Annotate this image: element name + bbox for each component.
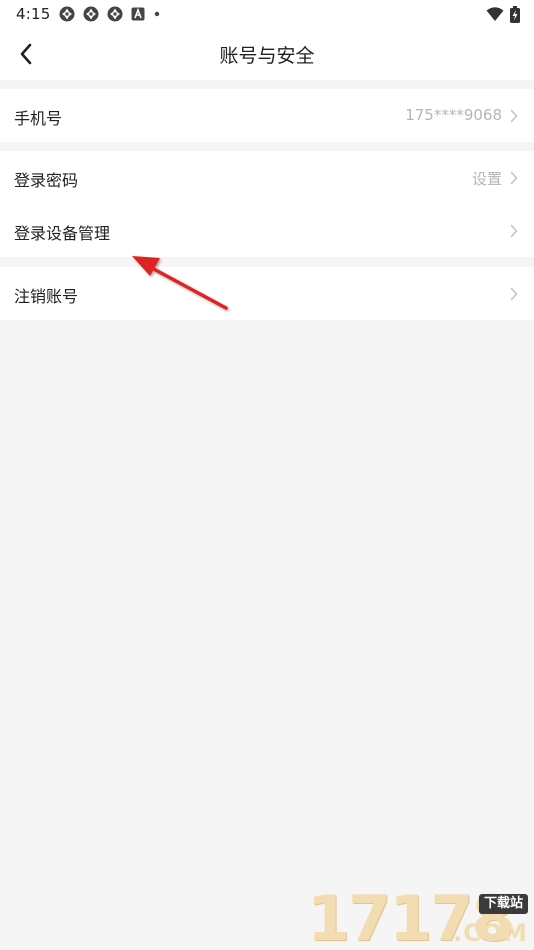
- row-login-password[interactable]: 登录密码 设置: [0, 151, 534, 204]
- status-bar: 4:15: [0, 0, 534, 28]
- annotation-arrow: [132, 256, 228, 310]
- settings-group-phone: 手机号 175****9068: [0, 89, 534, 142]
- screen: 4:15 账号与安全 手机号 175****9068 登录密码 设置 登录设备管…: [0, 0, 534, 950]
- sync-icon: [107, 6, 123, 22]
- status-time: 4:15: [16, 5, 51, 23]
- page-title: 账号与安全: [219, 45, 315, 67]
- settings-group-account: 注销账号: [0, 267, 534, 320]
- watermark-suffix: .COM: [452, 919, 528, 947]
- sync-icon: [59, 6, 75, 22]
- sync-icon: [83, 6, 99, 22]
- top-app-bar: 账号与安全: [0, 28, 534, 80]
- system-icons: [486, 5, 520, 23]
- row-login-device-management[interactable]: 登录设备管理: [0, 204, 534, 257]
- chevron-right-icon: [510, 224, 518, 238]
- dot-icon: [153, 10, 161, 18]
- row-value: 设置: [471, 170, 502, 188]
- app-a-icon: [131, 7, 145, 21]
- wifi-icon: [486, 6, 504, 22]
- row-label: 注销账号: [14, 287, 79, 306]
- row-deactivate-account[interactable]: 注销账号: [0, 267, 534, 320]
- row-value: 175****9068: [405, 106, 502, 124]
- settings-group-login: 登录密码 设置 登录设备管理: [0, 151, 534, 257]
- row-label: 手机号: [14, 109, 63, 128]
- chevron-right-icon: [510, 109, 518, 123]
- row-label: 登录设备管理: [14, 224, 111, 243]
- row-phone-number[interactable]: 手机号 175****9068: [0, 89, 534, 142]
- row-label: 登录密码: [14, 171, 79, 190]
- watermark-tag: 下载站: [478, 894, 528, 914]
- watermark-logo: 17178 下载站 .COM: [307, 888, 532, 950]
- chevron-right-icon: [510, 287, 518, 301]
- chevron-right-icon: [510, 171, 518, 185]
- battery-charging-icon: [510, 5, 520, 23]
- notification-icons: [59, 6, 161, 22]
